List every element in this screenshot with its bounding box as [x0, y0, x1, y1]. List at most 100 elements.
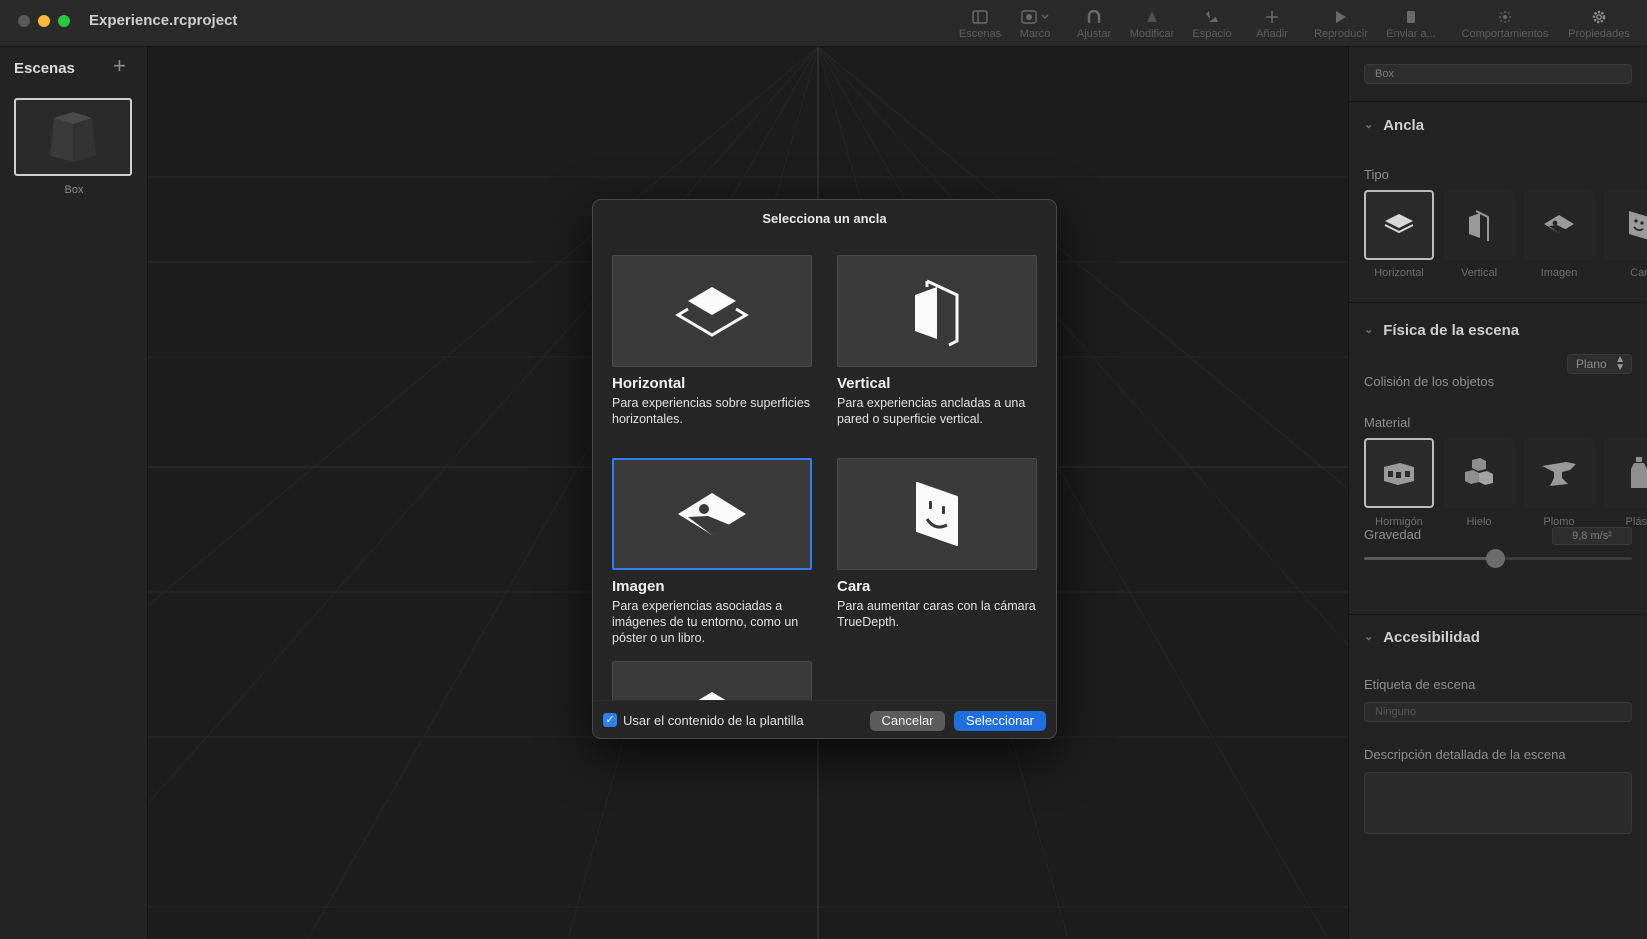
anchor-type-label-item: Car	[1630, 267, 1647, 279]
toolbar-send-button[interactable]: Enviar a...	[1385, 6, 1437, 44]
anchor-type-label-item: Vertical	[1460, 267, 1498, 279]
anchor-option-title: Cara	[837, 578, 871, 595]
toolbar-label: Comportamientos	[1461, 28, 1549, 40]
gravity-slider-fill	[1364, 557, 1496, 560]
select-anchor-dialog: Selecciona un ancla Horizontal Para expe…	[592, 199, 1057, 739]
toolbar-play-button[interactable]: Reproducir	[1311, 6, 1371, 44]
anvil-icon	[1542, 462, 1576, 486]
anchor-type-vertical[interactable]	[1444, 190, 1514, 260]
gravity-slider-knob[interactable]	[1486, 549, 1506, 568]
physics-section-title: Física de la escena	[1383, 322, 1520, 339]
window-title: Experience.rcproject	[89, 12, 238, 29]
ice-cubes-icon	[1465, 458, 1493, 485]
gravity-label: Gravedad	[1364, 527, 1422, 542]
sidebar-icon	[955, 6, 1005, 28]
material-lead[interactable]	[1524, 438, 1594, 508]
toolbar-label: Propiedades	[1568, 28, 1630, 40]
toolbar-label: Espacio	[1192, 28, 1232, 40]
toolbar-snap-button[interactable]: Ajustar	[1073, 6, 1115, 44]
gravity-value-field[interactable]: 9,8 m/s²	[1552, 527, 1632, 545]
horizontal-plane-icon	[1384, 214, 1414, 234]
add-scene-button[interactable]: +	[113, 55, 126, 77]
anchor-option-vertical[interactable]	[837, 255, 1037, 367]
material-label: Material	[1364, 415, 1411, 430]
concrete-blocks-icon	[1384, 463, 1414, 485]
plus-icon	[1250, 6, 1294, 28]
scenes-sidebar: Escenas + Box	[0, 47, 148, 939]
cancel-button[interactable]: Cancelar	[870, 711, 945, 731]
magnet-icon	[1073, 6, 1115, 28]
updown-chevron-icon: ▲ ▼	[1615, 354, 1625, 373]
anchor-option-description: Para experiencias sobre superficies hori…	[612, 396, 811, 426]
gear-icon	[1566, 6, 1632, 28]
anchor-option-description: Para experiencias asociadas a imágenes d…	[612, 599, 799, 645]
gravity-slider[interactable]	[1364, 549, 1632, 568]
anchor-section-header[interactable]: ⌄ Ancla	[1364, 117, 1424, 134]
material-ice[interactable]	[1444, 438, 1514, 508]
toolbar-modify-button[interactable]: Modificar	[1128, 6, 1176, 44]
entity-name-field[interactable]	[1364, 64, 1632, 84]
anchor-option-title: Imagen	[612, 578, 665, 595]
collision-label: Colisión de los objetos	[1364, 374, 1495, 389]
accessibility-section-header[interactable]: ⌄ Accesibilidad	[1364, 629, 1480, 646]
anchor-section-title: Ancla	[1383, 117, 1425, 134]
zoom-window-button[interactable]	[58, 15, 70, 27]
material-concrete[interactable]	[1364, 438, 1434, 508]
collision-popup[interactable]: Plano ▲ ▼	[1567, 354, 1632, 374]
divider	[1349, 614, 1647, 615]
material-plastic[interactable]	[1604, 438, 1647, 508]
anchor-option-description: Para aumentar caras con la cámara TrueDe…	[837, 599, 1036, 629]
toolbar-label: Marco	[1019, 28, 1051, 40]
space-icon	[1190, 6, 1234, 28]
toolbar-label: Modificar	[1129, 28, 1175, 40]
scene-label-field[interactable]: Ninguno	[1364, 702, 1632, 722]
toolbar-space-button[interactable]: Espacio	[1190, 6, 1234, 44]
scene-name: Box	[64, 184, 84, 196]
face-anchor-icon	[916, 482, 958, 546]
anchor-option-face[interactable]	[837, 458, 1037, 570]
toolbar-label: Añadir	[1256, 28, 1288, 40]
toolbar-add-button[interactable]: Añadir	[1250, 6, 1294, 44]
close-window-button[interactable]	[18, 15, 30, 27]
toolbar-frame-button[interactable]: Marco	[1015, 6, 1055, 44]
toolbar-label: Escenas	[958, 28, 1002, 40]
toolbar-properties-button[interactable]: Propiedades	[1566, 6, 1632, 44]
horizontal-plane-icon	[675, 287, 749, 337]
chevron-down-icon: ⌄	[1364, 119, 1374, 131]
play-icon	[1311, 6, 1371, 28]
divider	[1349, 101, 1647, 102]
anchor-option-horizontal[interactable]	[612, 255, 812, 367]
divider	[1349, 302, 1647, 303]
toolbar-scenes-button[interactable]: Escenas	[955, 6, 1005, 44]
scene-thumbnail[interactable]	[14, 98, 132, 176]
image-anchor-icon	[678, 493, 746, 535]
scene-description-field[interactable]	[1364, 772, 1632, 834]
toolbar-behaviors-button[interactable]: Comportamientos	[1458, 6, 1552, 44]
template-checkbox[interactable]: ✓	[603, 713, 617, 727]
modify-icon	[1128, 6, 1176, 28]
anchor-type-image[interactable]	[1524, 190, 1594, 260]
anchor-type-horizontal[interactable]	[1364, 190, 1434, 260]
behaviors-icon	[1458, 6, 1552, 28]
material-label-item: Hielo	[1466, 516, 1492, 528]
anchor-type-face[interactable]	[1604, 190, 1647, 260]
anchor-type-label: Tipo	[1364, 167, 1389, 182]
properties-inspector: ⌄ Ancla Tipo Horizontal Vertical Imagen C…	[1348, 47, 1647, 939]
template-checkbox-label[interactable]: Usar el contenido de la plantilla	[623, 713, 804, 728]
toolbar-label: Ajustar	[1076, 28, 1112, 40]
frame-icon	[1015, 6, 1055, 28]
scene-description-title: Descripción detallada de la escena	[1364, 747, 1566, 762]
scenes-title: Escenas	[14, 60, 75, 77]
physics-section-header[interactable]: ⌄ Física de la escena	[1364, 322, 1519, 339]
anchor-option-image[interactable]	[612, 458, 812, 570]
chevron-down-icon: ⌄	[1364, 631, 1374, 643]
chevron-down-icon: ⌄	[1364, 324, 1374, 336]
minimize-window-button[interactable]	[38, 15, 50, 27]
anchor-option-title: Horizontal	[612, 375, 686, 392]
scene-label-title: Etiqueta de escena	[1364, 677, 1476, 692]
select-button[interactable]: Seleccionar	[954, 711, 1046, 731]
anchor-type-label-item: Horizontal	[1374, 267, 1424, 279]
dialog-footer: ✓ Usar el contenido de la plantilla Canc…	[593, 700, 1056, 738]
dialog-title: Selecciona un ancla	[762, 211, 887, 226]
vertical-plane-icon	[1469, 210, 1489, 241]
